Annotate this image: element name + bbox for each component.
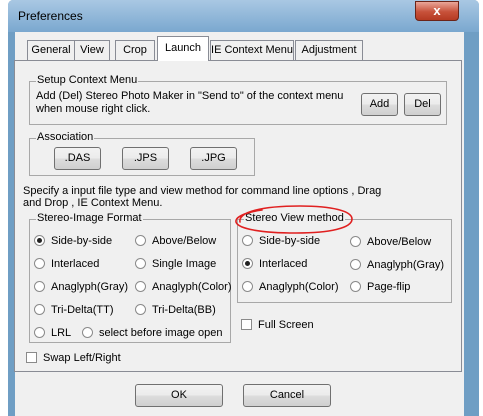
add-button[interactable]: Add: [361, 93, 398, 116]
jps-button[interactable]: .JPS: [122, 147, 169, 170]
format-anaglyph-gray[interactable]: Anaglyph(Gray): [34, 280, 128, 295]
view-anaglyph-color[interactable]: Anaglyph(Color): [242, 280, 338, 295]
del-button[interactable]: Del: [404, 93, 441, 116]
radio-selected-icon: [242, 257, 253, 269]
radio-icon: [135, 257, 146, 269]
view-page-flip[interactable]: Page-flip: [350, 280, 410, 295]
view-interlaced[interactable]: Interlaced: [242, 257, 307, 272]
tab-adjustment[interactable]: Adjustment: [295, 40, 363, 60]
jpg-button[interactable]: .JPG: [190, 147, 237, 170]
specify-text-2: and Drop , IE Context Menu.: [23, 197, 163, 209]
format-lrl[interactable]: LRL: [34, 326, 71, 341]
view-anaglyph-gray[interactable]: Anaglyph(Gray): [350, 258, 444, 273]
radio-icon: [34, 257, 45, 269]
radio-icon: [135, 280, 146, 292]
format-anaglyph-color[interactable]: Anaglyph(Color): [135, 280, 231, 295]
checkbox-icon: [241, 318, 252, 330]
format-tri-delta-bb[interactable]: Tri-Delta(BB): [135, 303, 216, 318]
stereo-view-method-group: Stereo View method Side-by-side Above/Be…: [237, 212, 452, 303]
setup-context-menu-title: Setup Context Menu: [36, 74, 139, 86]
window-title: Preferences: [18, 9, 83, 23]
launch-tab-panel: Setup Context Menu Add (Del) Stereo Phot…: [14, 60, 462, 372]
view-above-below[interactable]: Above/Below: [350, 235, 431, 250]
checkbox-icon: [26, 351, 37, 363]
radio-icon: [34, 303, 45, 315]
radio-icon: [350, 258, 361, 270]
swap-left-right-checkbox[interactable]: Swap Left/Right: [26, 351, 121, 366]
ok-button[interactable]: OK: [135, 384, 223, 407]
radio-icon: [350, 235, 361, 247]
cancel-button[interactable]: Cancel: [243, 384, 331, 407]
format-select-before-open[interactable]: select before image open: [82, 326, 223, 341]
radio-icon: [350, 280, 361, 292]
association-group: Association .DAS .JPS .JPG: [29, 131, 255, 176]
title-bar[interactable]: Preferences x: [8, 0, 479, 32]
tab-view[interactable]: View: [74, 40, 110, 60]
close-button[interactable]: x: [415, 1, 459, 21]
tab-launch[interactable]: Launch: [157, 36, 209, 61]
tab-ie-context-menu[interactable]: IE Context Menu: [210, 40, 294, 60]
format-single-image[interactable]: Single Image: [135, 257, 216, 272]
radio-icon: [34, 326, 45, 338]
setup-context-menu-description-2: when mouse right click.: [36, 103, 151, 115]
format-above-below[interactable]: Above/Below: [135, 234, 216, 249]
radio-selected-icon: [34, 234, 45, 246]
tab-general[interactable]: General: [27, 40, 75, 60]
full-screen-checkbox[interactable]: Full Screen: [241, 318, 314, 333]
radio-icon: [242, 234, 253, 246]
view-side-by-side[interactable]: Side-by-side: [242, 234, 320, 249]
das-button[interactable]: .DAS: [54, 147, 101, 170]
setup-context-menu-group: Setup Context Menu Add (Del) Stereo Phot…: [29, 74, 447, 125]
stereo-view-method-title: Stereo View method: [244, 212, 345, 224]
stereo-image-format-title: Stereo-Image Format: [36, 212, 143, 224]
association-title: Association: [36, 131, 95, 143]
radio-icon: [34, 280, 45, 292]
radio-icon: [135, 234, 146, 246]
radio-icon: [82, 326, 93, 338]
radio-icon: [242, 280, 253, 292]
radio-icon: [135, 303, 146, 315]
format-interlaced[interactable]: Interlaced: [34, 257, 99, 272]
tab-crop[interactable]: Crop: [115, 40, 155, 60]
stereo-image-format-group: Stereo-Image Format Side-by-side Above/B…: [29, 212, 231, 343]
format-tri-delta-tt[interactable]: Tri-Delta(TT): [34, 303, 114, 318]
format-side-by-side[interactable]: Side-by-side: [34, 234, 112, 249]
dialog-footer: OK Cancel: [15, 372, 464, 416]
setup-context-menu-description-1: Add (Del) Stereo Photo Maker in "Send to…: [36, 90, 344, 102]
